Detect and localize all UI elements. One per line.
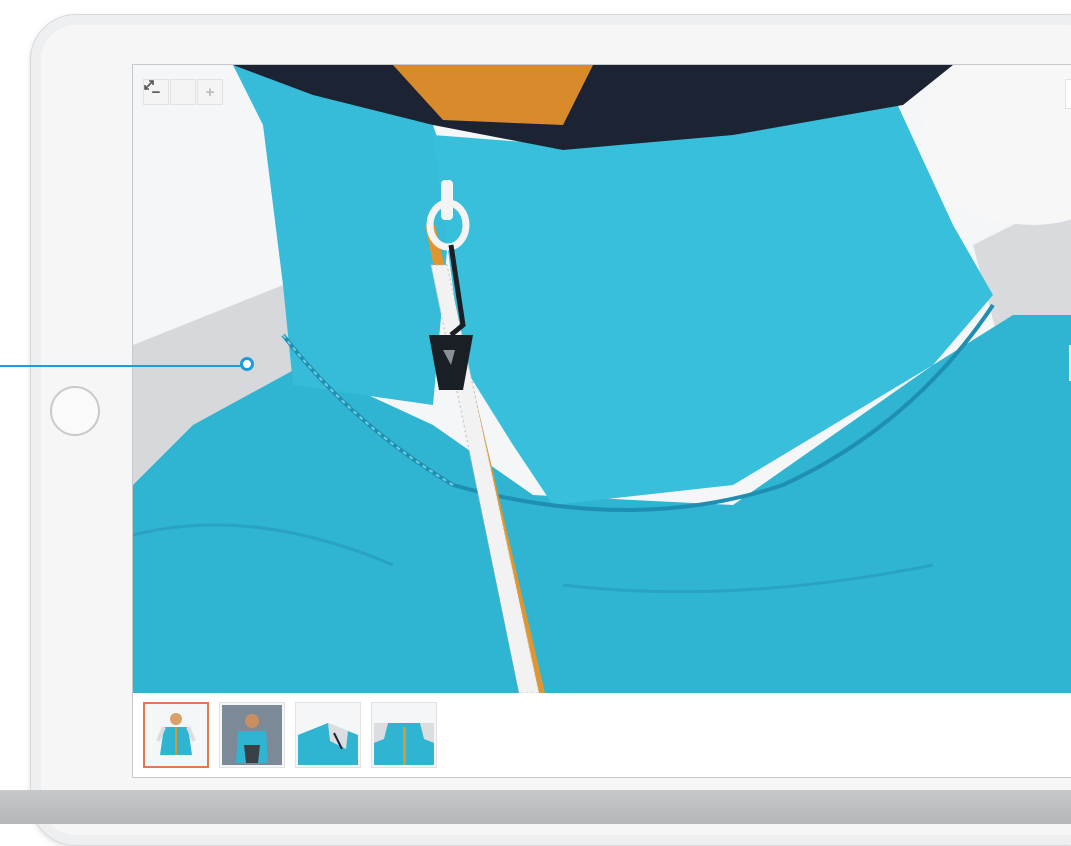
- jacket-collar-photo: [133, 65, 1071, 693]
- thumbnail-collar-detail[interactable]: [371, 702, 437, 768]
- zoom-in-button[interactable]: +: [197, 79, 223, 105]
- image-lightbox: − + × ›: [132, 64, 1071, 778]
- thumbnail-image: [298, 705, 358, 765]
- thumbnail-front-view[interactable]: [143, 702, 209, 768]
- expand-diagonal-icon: [144, 80, 154, 90]
- thumbnail-back-view[interactable]: [219, 702, 285, 768]
- annotation-pointer-line: [0, 365, 244, 367]
- thumbnail-image: [374, 705, 434, 765]
- thumbnail-strip: [133, 693, 1071, 777]
- thumbnail-shoulder-detail[interactable]: [295, 702, 361, 768]
- thumbnail-image: [146, 705, 206, 765]
- thumbnail-image: [222, 705, 282, 765]
- annotation-pointer-dot: [240, 357, 254, 371]
- tablet-home-button[interactable]: [50, 386, 100, 436]
- zoom-controls: − +: [143, 79, 223, 105]
- fit-to-screen-button[interactable]: [144, 79, 196, 105]
- tablet-bottom-edge: [0, 790, 1071, 824]
- close-button[interactable]: ×: [1065, 79, 1071, 109]
- zoomed-product-image[interactable]: − + × ›: [133, 65, 1071, 693]
